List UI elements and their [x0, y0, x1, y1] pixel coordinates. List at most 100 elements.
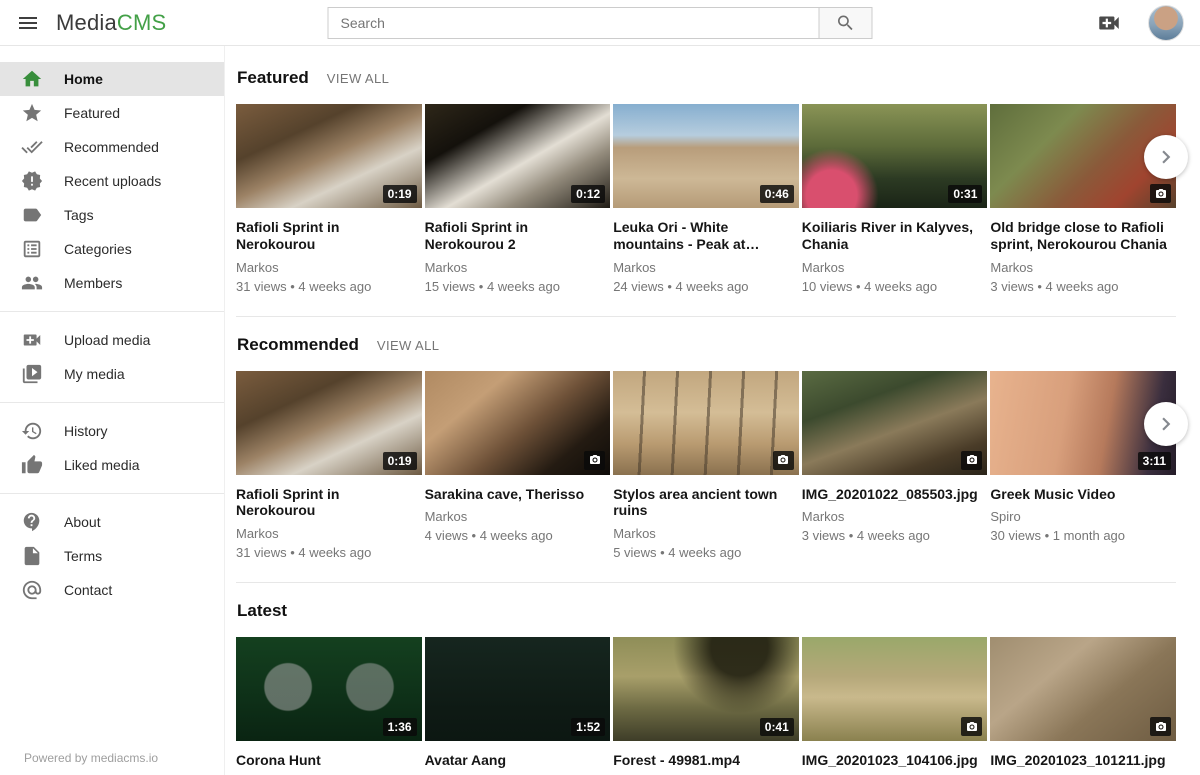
section-title: Featured: [237, 68, 309, 88]
search-icon: [836, 13, 856, 33]
media-title[interactable]: Sarakina cave, Therisso: [425, 486, 605, 503]
media-title[interactable]: IMG_20201022_085503.jpg: [802, 486, 982, 503]
media-card[interactable]: Sarakina cave, Therisso Markos 4 views •…: [425, 371, 611, 561]
media-card[interactable]: Stylos area ancient town ruins Markos 5 …: [613, 371, 799, 561]
sidebar-item-upload-media[interactable]: Upload media: [0, 323, 224, 357]
media-card[interactable]: 1:52 Avatar Aang Dickson Jr. 12 views • …: [425, 637, 611, 775]
media-card[interactable]: 0:31 Koiliaris River in Kalyves, Chania …: [802, 104, 988, 294]
media-card[interactable]: IMG_20201022_085503.jpg Markos 3 views •…: [802, 371, 988, 561]
media-author[interactable]: Markos: [236, 260, 422, 275]
logo[interactable]: MediaCMS: [56, 10, 166, 36]
sidebar-item-categories[interactable]: Categories: [0, 232, 224, 266]
media-author[interactable]: Markos: [990, 260, 1176, 275]
photo-icon: [961, 451, 982, 470]
media-card[interactable]: 0:19 Rafioli Sprint in Nerokourou Markos…: [236, 371, 422, 561]
media-title[interactable]: Koiliaris River in Kalyves, Chania: [802, 219, 982, 253]
media-meta: 3 views • 4 weeks ago: [990, 279, 1176, 294]
media-title[interactable]: IMG_20201023_101211.jpg: [990, 752, 1170, 769]
media-author[interactable]: Spiro: [990, 509, 1176, 524]
media-thumbnail[interactable]: 0:46: [613, 104, 799, 208]
media-author[interactable]: Markos: [613, 526, 799, 541]
media-thumbnail[interactable]: 0:31: [802, 104, 988, 208]
sidebar-item-members[interactable]: Members: [0, 266, 224, 300]
media-card[interactable]: 0:46 Leuka Ori - White mountains - Peak …: [613, 104, 799, 294]
media-thumbnail[interactable]: [425, 371, 611, 475]
sidebar-item-label: Members: [64, 275, 122, 291]
media-title[interactable]: Rafioli Sprint in Nerokourou 2: [425, 219, 605, 253]
sidebar-item-about[interactable]: About: [0, 505, 224, 539]
sidebar-item-label: Contact: [64, 582, 112, 598]
media-title[interactable]: Stylos area ancient town ruins: [613, 486, 793, 520]
media-meta: 5 views • 4 weeks ago: [613, 545, 799, 560]
media-title[interactable]: Greek Music Video: [990, 486, 1170, 503]
next-arrow-button[interactable]: [1144, 402, 1188, 446]
media-meta: 10 views • 4 weeks ago: [802, 279, 988, 294]
sidebar-item-terms[interactable]: Terms: [0, 539, 224, 573]
media-thumbnail[interactable]: [802, 371, 988, 475]
media-thumbnail[interactable]: [613, 371, 799, 475]
media-author[interactable]: Markos: [802, 260, 988, 275]
sidebar-item-liked-media[interactable]: Liked media: [0, 448, 224, 482]
media-card[interactable]: 1:36 Corona Hunt Dickson Jr. 6 views • 4…: [236, 637, 422, 775]
media-card[interactable]: 0:19 Rafioli Sprint in Nerokourou Markos…: [236, 104, 422, 294]
media-meta: 4 views • 4 weeks ago: [425, 528, 611, 543]
media-card[interactable]: 0:12 Rafioli Sprint in Nerokourou 2 Mark…: [425, 104, 611, 294]
hamburger-menu-icon[interactable]: [0, 0, 56, 46]
photo-icon: [1150, 184, 1171, 203]
sidebar-item-label: My media: [64, 366, 125, 382]
media-thumbnail[interactable]: 0:12: [425, 104, 611, 208]
media-author[interactable]: Markos: [236, 526, 422, 541]
media-thumbnail[interactable]: 1:36: [236, 637, 422, 741]
search-input[interactable]: [328, 7, 820, 39]
sidebar-item-recommended[interactable]: Recommended: [0, 130, 224, 164]
media-card[interactable]: IMG_20201023_101211.jpg Markos 4 views •…: [990, 637, 1176, 775]
media-title[interactable]: Rafioli Sprint in Nerokourou: [236, 219, 416, 253]
media-card[interactable]: 0:41 Forest - 49981.mp4 test 17 views • …: [613, 637, 799, 775]
media-thumbnail[interactable]: [990, 637, 1176, 741]
people-icon: [20, 271, 44, 295]
media-author[interactable]: Markos: [802, 509, 988, 524]
media-thumbnail[interactable]: 1:52: [425, 637, 611, 741]
media-meta: 24 views • 4 weeks ago: [613, 279, 799, 294]
media-title[interactable]: Avatar Aang: [425, 752, 605, 769]
media-author[interactable]: Markos: [425, 260, 611, 275]
duration-badge: 0:31: [948, 185, 982, 203]
media-title[interactable]: Corona Hunt: [236, 752, 416, 769]
sidebar-item-contact[interactable]: Contact: [0, 573, 224, 607]
sidebar-item-featured[interactable]: Featured: [0, 96, 224, 130]
media-thumbnail[interactable]: 0:41: [613, 637, 799, 741]
sidebar-item-recent-uploads[interactable]: Recent uploads: [0, 164, 224, 198]
duration-badge: 0:19: [383, 452, 417, 470]
upload-media-icon[interactable]: [1096, 10, 1122, 36]
media-title[interactable]: Old bridge close to Rafioli sprint, Nero…: [990, 219, 1170, 253]
video-call-icon: [20, 328, 44, 352]
view-all-link[interactable]: VIEW ALL: [377, 338, 439, 353]
search-bar: [328, 7, 873, 39]
sidebar-item-my-media[interactable]: My media: [0, 357, 224, 391]
media-card[interactable]: Old bridge close to Rafioli sprint, Nero…: [990, 104, 1176, 294]
view-all-link[interactable]: VIEW ALL: [327, 71, 389, 86]
media-author[interactable]: Markos: [425, 509, 611, 524]
media-title[interactable]: Rafioli Sprint in Nerokourou: [236, 486, 416, 520]
sidebar-item-history[interactable]: History: [0, 414, 224, 448]
media-author[interactable]: Markos: [613, 260, 799, 275]
sidebar-group: Upload media My media: [0, 311, 224, 391]
media-card[interactable]: 3:11 Greek Music Video Spiro 30 views • …: [990, 371, 1176, 561]
sidebar: Home Featured Recommended Recent uploads…: [0, 46, 225, 775]
sidebar-group: About Terms Contact: [0, 493, 224, 607]
media-thumbnail[interactable]: 0:19: [236, 104, 422, 208]
sidebar-item-tags[interactable]: Tags: [0, 198, 224, 232]
search-button[interactable]: [819, 7, 873, 39]
media-thumbnail[interactable]: [802, 637, 988, 741]
media-thumbnail[interactable]: 0:19: [236, 371, 422, 475]
media-card[interactable]: IMG_20201023_104106.jpg Markos 4 views •…: [802, 637, 988, 775]
sidebar-item-home[interactable]: Home: [0, 62, 224, 96]
next-arrow-button[interactable]: [1144, 135, 1188, 179]
duration-badge: 1:36: [383, 718, 417, 736]
media-row: 0:19 Rafioli Sprint in Nerokourou Markos…: [236, 371, 1176, 561]
media-title[interactable]: IMG_20201023_104106.jpg: [802, 752, 982, 769]
media-title[interactable]: Forest - 49981.mp4: [613, 752, 793, 769]
media-title[interactable]: Leuka Ori - White mountains - Peak at 24…: [613, 219, 793, 253]
user-avatar[interactable]: [1148, 5, 1184, 41]
sidebar-item-label: About: [64, 514, 101, 530]
